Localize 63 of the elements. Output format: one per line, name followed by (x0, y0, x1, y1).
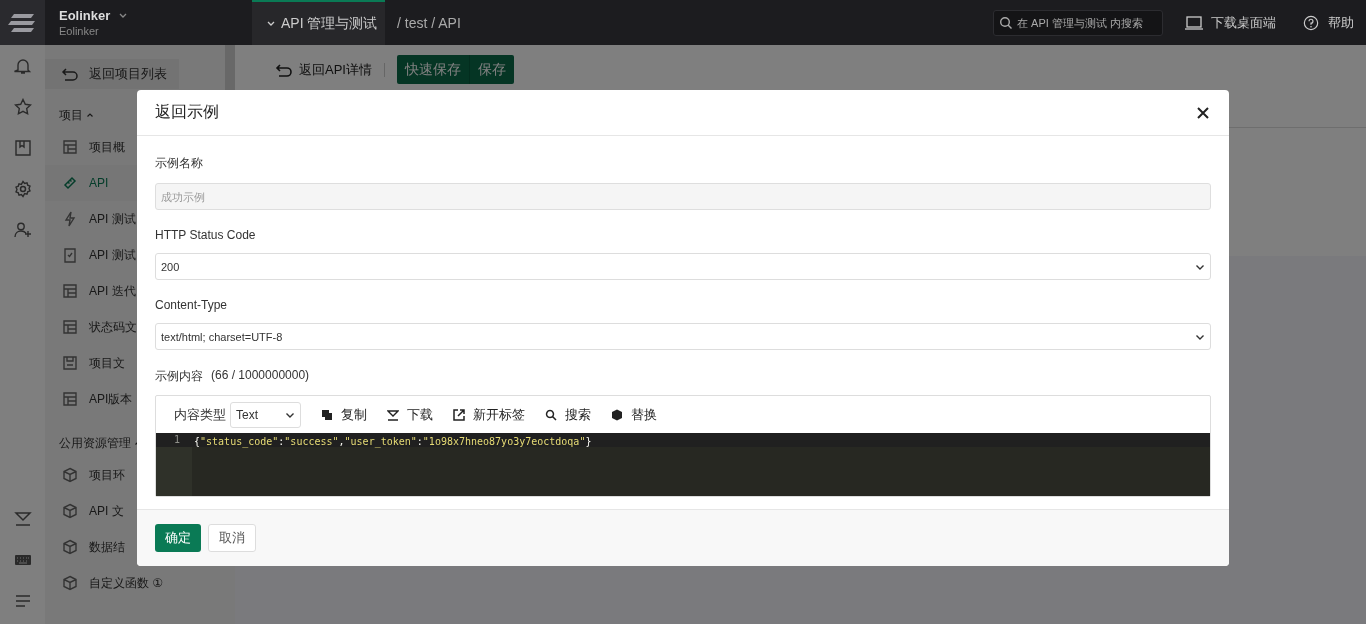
code-line: {"status_code":"success","user_token":"1o98x7hneo87yo3y7eoctdoqa"} (194, 436, 592, 447)
help-link[interactable]: 帮助 (1302, 13, 1354, 32)
workspace-subtitle: Eolinker (59, 25, 100, 37)
grid-icon (62, 391, 78, 407)
quick-save-button[interactable]: 快速保存 (396, 55, 469, 84)
editor-tool-button[interactable]: 复制 (321, 405, 367, 424)
add-user-icon[interactable] (13, 221, 32, 239)
cancel-button[interactable]: 取消 (208, 524, 256, 552)
workspace-name[interactable]: Eolinker (59, 8, 111, 23)
return-arrow-icon (275, 62, 293, 78)
cube-icon (62, 539, 78, 555)
back-to-projects-button[interactable]: 返回项目列表 (45, 59, 179, 89)
dialog-title: 返回示例 (155, 102, 219, 122)
clipboard-icon (62, 247, 78, 263)
bell-icon[interactable] (13, 57, 32, 75)
download-icon (387, 408, 399, 421)
select-field[interactable]: 200 (155, 253, 1211, 280)
cube-icon (62, 467, 78, 483)
editor-tool-button[interactable]: 搜索 (545, 405, 591, 424)
lightning-icon (62, 211, 78, 227)
character-count: (66 / 1000000000) (211, 368, 310, 384)
editor-tool-button[interactable]: 下载 (387, 405, 433, 424)
sidebar-item[interactable]: 项目环 (45, 457, 225, 493)
content-type-label: 内容类型 (174, 405, 226, 424)
search-icon (999, 15, 1013, 30)
settings-icon[interactable] (13, 180, 32, 198)
help-icon (1302, 14, 1320, 31)
sidebar-item[interactable]: 自定义函数 ① (45, 565, 225, 601)
cube-icon (62, 575, 78, 591)
grid-icon (62, 319, 78, 335)
search-field[interactable]: 在 API 管理与测试 内搜索 (993, 9, 1163, 36)
monitor-icon (1185, 14, 1203, 31)
tag-icon (62, 175, 78, 191)
external-link-icon (453, 408, 465, 421)
cube-icon (62, 503, 78, 519)
field-label: HTTP Status Code (155, 228, 257, 242)
document-icon (62, 355, 78, 371)
book-icon[interactable] (13, 139, 32, 157)
copy-icon (321, 408, 333, 421)
select-field[interactable]: text/html; charset=UTF-8 (155, 323, 1211, 350)
close-icon[interactable] (1197, 106, 1209, 119)
search-icon (545, 408, 557, 421)
download-desktop-link[interactable]: 下载桌面端 (1185, 13, 1276, 32)
editor-tool-button[interactable]: 新开标签 (453, 405, 525, 424)
download-icon[interactable] (13, 510, 32, 528)
line-number: 1 (156, 433, 192, 447)
editor-tool-button[interactable]: 替换 (611, 405, 657, 424)
content-type-select[interactable]: Text (230, 401, 301, 428)
menu-icon[interactable] (13, 592, 32, 610)
field-label: 示例内容 (155, 368, 203, 385)
module-tab[interactable]: API 管理与测试 (252, 0, 385, 45)
grid-icon (62, 283, 78, 299)
breadcrumb: / test / API (397, 14, 461, 31)
section-header[interactable]: 公用资源管理 (45, 429, 142, 457)
field-label: Content-Type (155, 298, 229, 312)
grid-icon (62, 139, 78, 155)
star-icon[interactable] (13, 98, 32, 116)
back-to-api-button[interactable]: 返回API详情 (275, 55, 372, 85)
section-header[interactable]: 项目 (45, 101, 94, 129)
cube-icon (611, 408, 623, 421)
return-arrow-icon (61, 66, 79, 82)
confirm-button[interactable]: 确定 (155, 524, 201, 552)
save-button[interactable]: 保存 (468, 55, 514, 84)
